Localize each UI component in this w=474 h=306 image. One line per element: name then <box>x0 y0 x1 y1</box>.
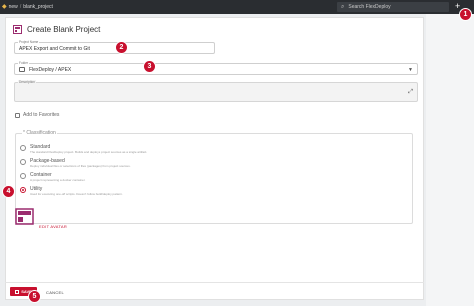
save-icon <box>15 289 20 294</box>
folder-value: FlexDeploy / APEX <box>29 67 72 73</box>
description-label: Description <box>18 80 36 84</box>
edit-avatar-link[interactable]: EDIT AVATAR <box>39 224 67 229</box>
folder-select[interactable]: Folder FlexDeploy / APEX ▼ <box>14 61 418 75</box>
footer-divider <box>5 282 424 283</box>
classification-group: * Classification Standard The standard F… <box>15 130 413 224</box>
home-icon[interactable]: ◆ <box>2 4 7 10</box>
radio-button[interactable] <box>20 173 26 179</box>
radio-button[interactable] <box>20 159 26 165</box>
option-description: A project representing a docker containe… <box>30 178 86 182</box>
project-name-label: Project Name <box>18 40 40 44</box>
favorites-label: Add to Favorites <box>23 112 60 118</box>
checkbox-box[interactable] <box>15 112 20 118</box>
expand-icon[interactable]: ⤢ <box>408 89 413 96</box>
breadcrumb-item-project: blank_project <box>23 4 53 10</box>
classification-option-package-based[interactable]: Package-based Deploy individual files or… <box>20 158 131 168</box>
annotation-marker-3: 3 <box>143 60 156 73</box>
project-icon <box>13 25 22 34</box>
annotation-marker-1: 1 <box>459 8 472 21</box>
search-icon: ⌕ <box>341 3 345 10</box>
page-header: Create Blank Project <box>13 25 100 34</box>
project-avatar-icon[interactable] <box>15 208 34 225</box>
breadcrumb: ◆ new / blank_project <box>2 4 53 10</box>
annotation-marker-4: 4 <box>2 185 15 198</box>
classification-label: * Classification <box>22 130 57 136</box>
folder-icon <box>19 67 25 72</box>
radio-button-selected[interactable] <box>20 187 26 193</box>
page-title: Create Blank Project <box>27 25 101 34</box>
breadcrumb-item-new[interactable]: new <box>9 4 18 10</box>
breadcrumb-separator: / <box>19 4 22 10</box>
option-description: Deploy individual files or selections of… <box>30 164 131 168</box>
classification-option-standard[interactable]: Standard The standard FlexDeploy project… <box>20 144 147 154</box>
favorites-checkbox[interactable]: Add to Favorites <box>15 112 59 118</box>
cancel-button[interactable]: CANCEL <box>46 290 64 295</box>
create-project-panel: Create Blank Project Project Name APEX E… <box>5 17 424 300</box>
search-placeholder: Search FlexDeploy <box>348 4 391 10</box>
top-bar: ◆ new / blank_project ⌕ Search FlexDeplo… <box>0 0 474 14</box>
chevron-down-icon[interactable]: ▼ <box>408 67 413 73</box>
option-description: Used for executing one-off scripts. Does… <box>30 192 123 196</box>
annotation-marker-2: 2 <box>115 41 128 54</box>
option-description: The standard FlexDeploy project. Builds … <box>30 150 148 154</box>
search-input[interactable]: ⌕ Search FlexDeploy <box>337 2 449 12</box>
classification-option-utility[interactable]: Utility Used for executing one-off scrip… <box>20 186 123 196</box>
project-name-value: APEX Export and Commit to Git <box>19 46 90 52</box>
right-background <box>426 14 474 306</box>
folder-label: Folder <box>18 61 30 65</box>
radio-button[interactable] <box>20 145 26 151</box>
annotation-marker-5: 5 <box>28 290 41 303</box>
description-field[interactable]: Description ⤢ <box>14 80 418 102</box>
classification-option-container[interactable]: Container A project representing a docke… <box>20 172 85 182</box>
